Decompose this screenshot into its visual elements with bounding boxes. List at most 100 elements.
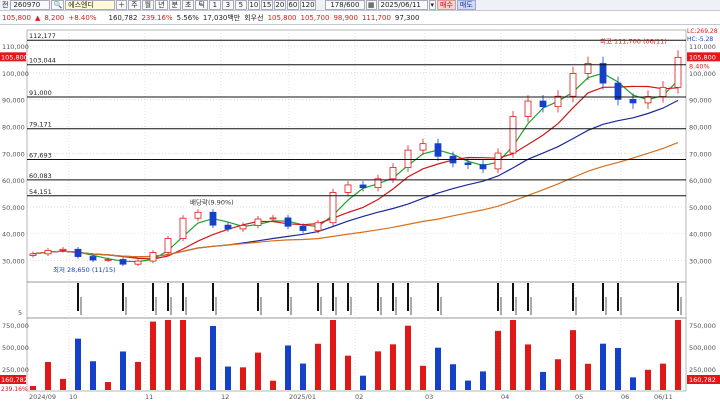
support-line-label: 54,151 — [29, 188, 52, 196]
high-price: 105,700 — [300, 13, 330, 22]
volume-bar — [600, 343, 606, 390]
candle-body — [389, 167, 397, 180]
tab-week[interactable]: 주 — [128, 0, 141, 10]
period-10[interactable]: 10 — [247, 0, 260, 10]
search-icon[interactable]: 🔍 — [51, 0, 65, 10]
rate-secondary: 5.56% — [176, 13, 199, 22]
volume-tick-right: 750,000 — [689, 322, 716, 330]
signal-bar — [167, 283, 169, 311]
volume-bar — [150, 321, 156, 390]
volume-bar — [255, 352, 261, 390]
candle-body — [674, 56, 682, 88]
period-60[interactable]: 60 — [286, 0, 299, 10]
low-price-b: 111,700 — [361, 13, 391, 22]
tab-tick[interactable]: 틱 — [195, 0, 208, 10]
date-tick: 06 — [621, 393, 629, 401]
date-tick: 02 — [355, 393, 363, 401]
signal-bar-secondary — [620, 297, 622, 315]
period-120[interactable]: 120 — [299, 0, 316, 10]
volume-bar — [675, 320, 681, 390]
signal-bar-secondary — [320, 297, 322, 315]
sell-button[interactable]: 매도 — [456, 0, 476, 10]
signal-bar-secondary — [290, 297, 292, 315]
volume-tick-left: 250,000 — [2, 366, 29, 374]
candle-body — [494, 152, 502, 170]
tab-month[interactable]: 월 — [141, 0, 155, 10]
support-line-label: 91,000 — [29, 89, 52, 97]
data-count-field[interactable]: 178/600 — [324, 0, 365, 10]
signal-bar — [122, 283, 124, 311]
candle-body — [284, 217, 292, 227]
volume-tick-left: 500,000 — [2, 344, 29, 352]
current-price: 105,800 — [2, 13, 31, 22]
labels: 112,177 103,044 91,000 79,171 67,693 60,083 54… — [29, 32, 667, 274]
candle-body — [74, 248, 82, 257]
support-line-label: 67,693 — [29, 152, 52, 160]
signal-bar — [377, 283, 379, 311]
price-tick-left: 100,000 — [2, 70, 29, 78]
grid-layer — [26, 29, 687, 392]
signal-bar-secondary — [440, 297, 442, 315]
stock-name-field[interactable]: 에스엔디 — [65, 0, 116, 10]
price-tick-right: 50,000 — [689, 204, 712, 212]
axes: 110,000 110,000 100,000 100,000 90,000 90,000… — [0, 28, 720, 401]
add-icon[interactable]: ＋ — [116, 0, 128, 10]
period-5[interactable]: 5 — [234, 0, 247, 10]
signal-bar-secondary — [530, 297, 532, 315]
signal-bar-secondary — [185, 297, 187, 315]
signal-bar-secondary — [515, 297, 517, 315]
tab-minute[interactable]: 분 — [168, 0, 181, 10]
candle-body — [104, 259, 112, 261]
tab-second[interactable]: 초 — [181, 0, 195, 10]
signal-bar-secondary — [260, 297, 262, 315]
price-tick-right: 80,000 — [689, 124, 712, 132]
period-1[interactable]: 1 — [208, 0, 221, 10]
candle-body — [164, 238, 172, 253]
price-tick-left: 40,000 — [2, 231, 25, 239]
volume-bar — [75, 338, 81, 390]
candle-body — [464, 162, 472, 165]
volume-bar — [540, 371, 546, 390]
period-3[interactable]: 3 — [221, 0, 234, 10]
period-20[interactable]: 20 — [273, 0, 286, 10]
signal-bar — [617, 283, 619, 311]
date-input[interactable]: 2025/06/11 — [377, 0, 428, 10]
signal-bar — [677, 283, 679, 311]
volume-bar — [225, 366, 231, 390]
date-tick: 2025/01 — [289, 393, 316, 401]
volume-bar — [495, 330, 501, 390]
volume-bar — [30, 386, 36, 390]
date-tick: 12 — [221, 393, 229, 401]
volume-bar — [615, 347, 621, 390]
stock-code-input[interactable]: 260970 — [10, 0, 51, 10]
signal-panel — [77, 283, 682, 315]
volume-bar — [90, 361, 96, 390]
price-tick-left: 70,000 — [2, 150, 25, 158]
volume-panel — [30, 320, 681, 390]
signal-bar — [77, 283, 79, 311]
price-tick-right: 30,000 — [689, 258, 712, 266]
tab-year[interactable]: 년 — [155, 0, 168, 10]
candle-body — [344, 184, 352, 193]
volume-bar — [195, 357, 201, 390]
volume-bar — [165, 320, 171, 390]
signal-bar — [497, 283, 499, 311]
current-volume-badge: 160,782 — [689, 376, 716, 384]
candle-body — [209, 211, 217, 226]
extra-price: 97,300 — [394, 13, 420, 22]
buy-button[interactable]: 매수 — [437, 0, 456, 10]
chevron-down-icon[interactable]: ▾ — [428, 0, 437, 10]
chart-canvas[interactable]: 110,000 110,000 100,000 100,000 90,000 90,000… — [0, 25, 720, 404]
volume-bar — [285, 345, 291, 390]
candle-body — [314, 222, 322, 231]
price-change-pct: +8.40% — [68, 13, 97, 22]
toolbar-stock: 전 260970 🔍 에스엔디 ＋ 주 월 년 분 초 틱 1 3 5 10 1… — [0, 0, 720, 11]
period-15[interactable]: 15 — [260, 0, 273, 10]
volume-tick-left: 750,000 — [2, 322, 29, 330]
calendar-icon[interactable]: ▦ — [365, 0, 377, 10]
candle-body — [59, 248, 67, 251]
volume-bar — [210, 326, 216, 390]
volume-bar — [375, 351, 381, 390]
current-price-badge: 105,800 — [689, 53, 716, 61]
high-annotation: 최고 111,700 (06/11) — [600, 37, 667, 46]
